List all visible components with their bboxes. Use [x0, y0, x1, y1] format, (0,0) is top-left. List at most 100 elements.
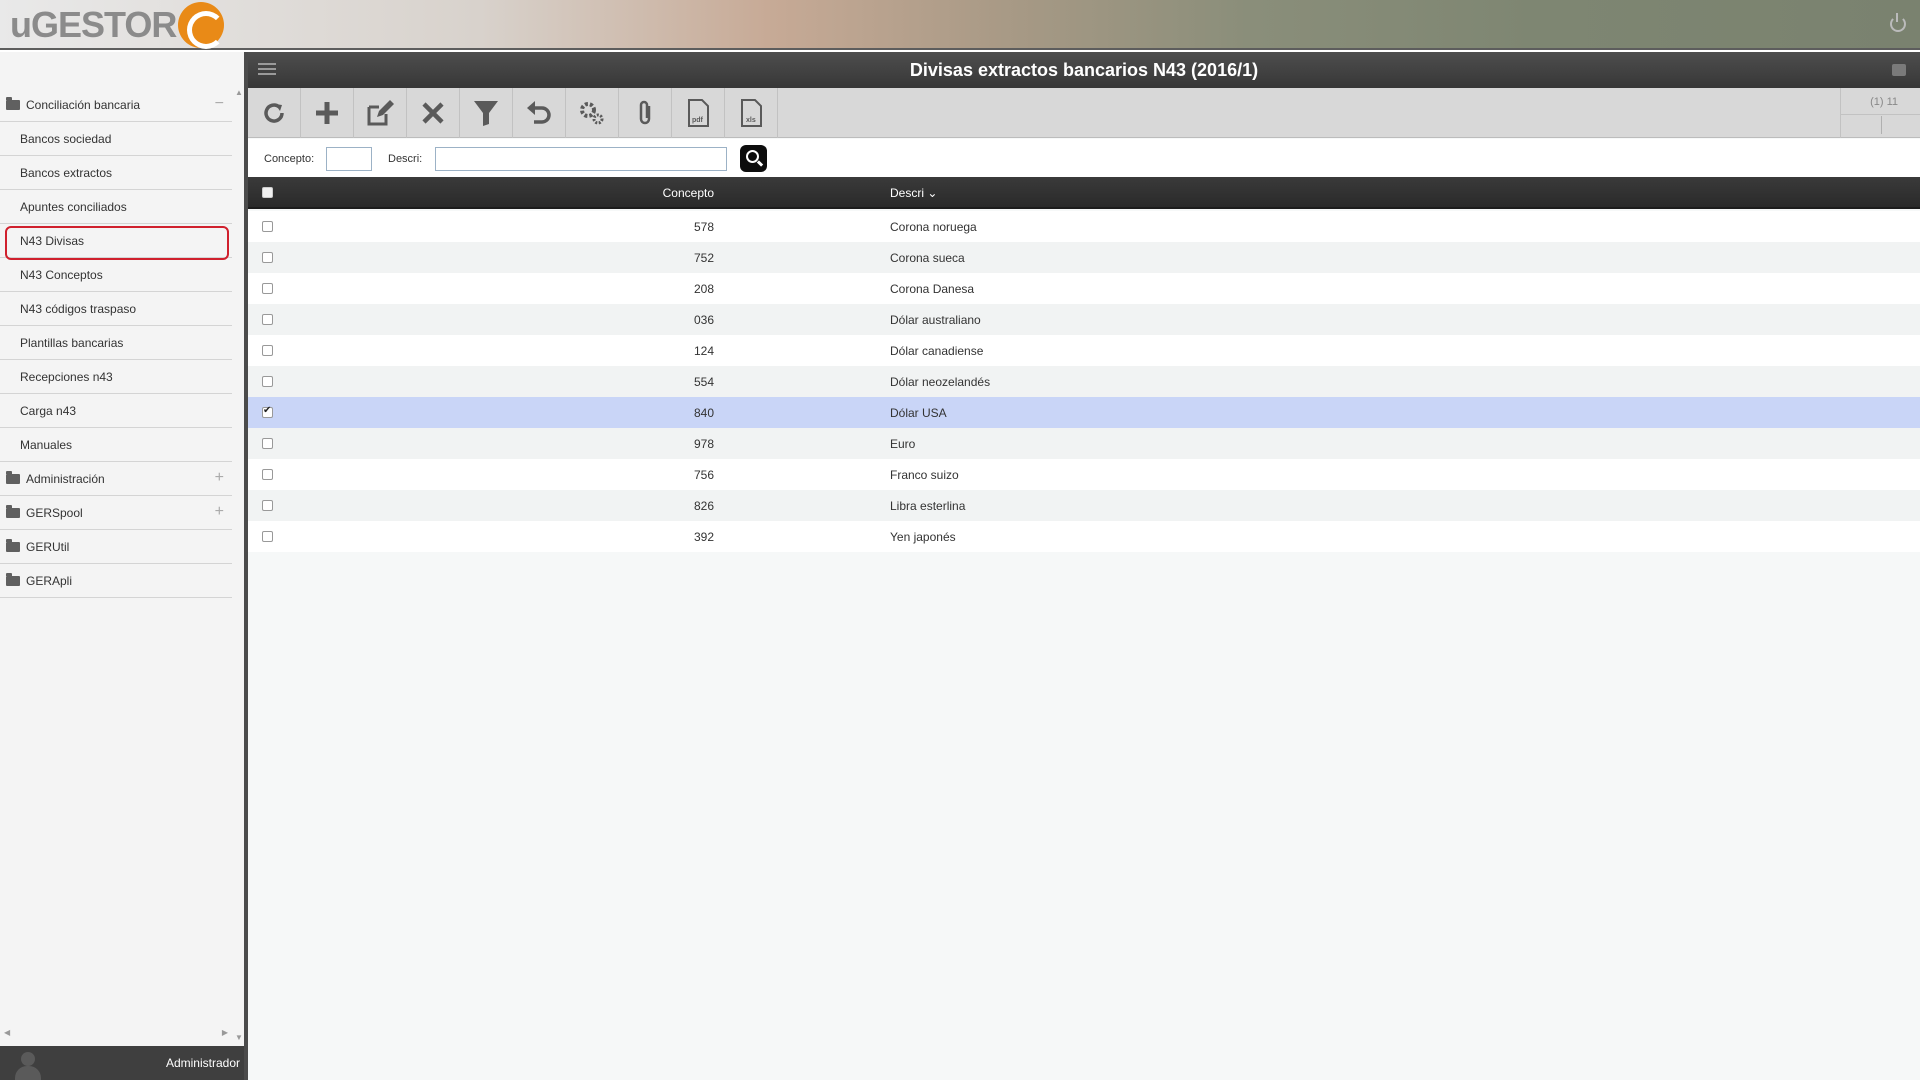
- sidebar-group-gerspool[interactable]: GERSpool +: [0, 496, 232, 530]
- pin-icon[interactable]: [1892, 64, 1906, 76]
- xls-button[interactable]: xls: [725, 88, 778, 138]
- sidebar-horizontal-scrollbar[interactable]: ◀ ▶: [0, 1028, 232, 1040]
- grid-body: 578 Corona noruega 752 Corona sueca 208 Coron…: [248, 211, 1920, 552]
- row-checkbox[interactable]: [262, 345, 273, 356]
- cell-concepto: 978: [693, 437, 714, 451]
- sidebar-item-apuntes-conciliados[interactable]: Apuntes conciliados: [0, 190, 232, 224]
- sidebar-group-gerapli[interactable]: GERApli: [0, 564, 232, 598]
- cell-descri: Corona sueca: [890, 251, 965, 265]
- table-row[interactable]: 840 Dólar USA: [248, 397, 1920, 428]
- row-checkbox[interactable]: [262, 469, 273, 480]
- expand-icon[interactable]: +: [215, 470, 224, 486]
- table-row[interactable]: 554 Dólar neozelandés: [248, 366, 1920, 397]
- table-row[interactable]: 756 Franco suizo: [248, 459, 1920, 490]
- record-count: (1) 11: [1870, 96, 1898, 108]
- row-checkbox[interactable]: [262, 405, 273, 418]
- undo-button[interactable]: [513, 88, 566, 138]
- delete-button[interactable]: [407, 88, 460, 138]
- sidebar-item-n43-codigos-traspaso[interactable]: N43 códigos traspaso: [0, 292, 232, 326]
- sidebar-item-plantillas-bancarias[interactable]: Plantillas bancarias: [0, 326, 232, 360]
- table-row[interactable]: 752 Corona sueca: [248, 242, 1920, 273]
- page-title: Divisas extractos bancarios N43 (2016/1): [909, 60, 1259, 80]
- sidebar-item-n43-conceptos[interactable]: N43 Conceptos: [0, 258, 232, 292]
- table-row[interactable]: 392 Yen japonés: [248, 521, 1920, 552]
- select-all-checkbox[interactable]: [262, 187, 273, 198]
- cell-concepto: 578: [693, 220, 714, 234]
- descri-filter-input[interactable]: [435, 147, 727, 171]
- table-row[interactable]: 036 Dólar australiano: [248, 304, 1920, 335]
- cell-descri: Corona noruega: [890, 220, 977, 234]
- sidebar-item-n43-divisas[interactable]: N43 Divisas: [0, 224, 232, 260]
- row-checkbox[interactable]: [262, 252, 273, 263]
- sidebar-vertical-scrollbar[interactable]: ▲ ▼: [233, 88, 245, 1042]
- edit-button[interactable]: [354, 88, 407, 138]
- main-panel: Divisas extractos bancarios N43 (2016/1): [248, 52, 1920, 1080]
- row-checkbox[interactable]: [262, 221, 273, 232]
- svg-text:xls: xls: [746, 117, 756, 124]
- table-row[interactable]: 826 Libra esterlina: [248, 490, 1920, 521]
- sidebar-group-conciliacion-bancaria[interactable]: Conciliación bancaria −: [0, 88, 232, 122]
- scroll-up-icon[interactable]: ▲: [235, 88, 243, 97]
- cell-concepto: 826: [693, 499, 714, 513]
- cell-concepto: 208: [693, 282, 714, 296]
- cell-concepto: 752: [693, 251, 714, 265]
- column-header-descri[interactable]: Descri ⌄: [890, 186, 937, 200]
- sidebar-item-recepciones-n43[interactable]: Recepciones n43: [0, 360, 232, 394]
- sidebar-item-label: Bancos sociedad: [20, 131, 112, 146]
- collapse-icon[interactable]: −: [215, 96, 224, 112]
- column-header-concepto[interactable]: Concepto: [588, 186, 714, 200]
- row-checkbox[interactable]: [262, 500, 273, 511]
- funnel-icon: [474, 101, 498, 126]
- row-checkbox[interactable]: [262, 376, 273, 387]
- sidebar-item-label: GERApli: [26, 573, 73, 588]
- cell-descri: Dólar australiano: [890, 313, 981, 327]
- refresh-button[interactable]: [248, 88, 301, 138]
- cell-descri: Euro: [890, 437, 916, 451]
- pdf-button[interactable]: pdf: [672, 88, 725, 138]
- scroll-left-icon[interactable]: ◀: [4, 1028, 10, 1037]
- sidebar-group-administracion[interactable]: Administración +: [0, 462, 232, 496]
- row-checkbox[interactable]: [262, 438, 273, 449]
- sidebar-item-label: Plantillas bancarias: [20, 335, 124, 350]
- cell-descri: Libra esterlina: [890, 499, 966, 513]
- row-checkbox[interactable]: [262, 314, 273, 325]
- title-bar: Divisas extractos bancarios N43 (2016/1): [248, 52, 1920, 88]
- folder-icon: [6, 96, 20, 110]
- table-row[interactable]: 208 Corona Danesa: [248, 273, 1920, 304]
- scroll-down-icon[interactable]: ▼: [235, 1033, 243, 1042]
- sidebar-item-bancos-sociedad[interactable]: Bancos sociedad: [0, 122, 232, 156]
- filter-button[interactable]: [460, 88, 513, 138]
- power-icon[interactable]: [1890, 13, 1906, 32]
- cell-concepto: 124: [693, 344, 714, 358]
- row-checkbox[interactable]: [262, 531, 273, 542]
- user-bar: Administrador: [0, 1046, 244, 1080]
- sidebar-item-bancos-extractos[interactable]: Bancos extractos: [0, 156, 232, 190]
- descri-filter-label: Descri:: [388, 153, 423, 165]
- sidebar-item-carga-n43[interactable]: Carga n43: [0, 394, 232, 428]
- cell-concepto: 036: [693, 313, 714, 327]
- search-button[interactable]: [740, 145, 767, 172]
- table-row[interactable]: 124 Dólar canadiense: [248, 335, 1920, 366]
- sidebar-menu: Conciliación bancaria − Bancos sociedad Ban…: [0, 88, 232, 1078]
- folder-icon: [6, 504, 20, 518]
- add-button[interactable]: [301, 88, 354, 138]
- sidebar-item-label: Conciliación bancaria: [26, 97, 141, 112]
- refresh-icon: [264, 103, 284, 123]
- settings-button[interactable]: [566, 88, 619, 138]
- table-row[interactable]: 978 Euro: [248, 428, 1920, 459]
- sidebar-group-gerutil[interactable]: GERUtil: [0, 530, 232, 564]
- pager-divider: [1841, 114, 1920, 115]
- concepto-filter-input[interactable]: [326, 147, 372, 171]
- scroll-right-icon[interactable]: ▶: [222, 1028, 228, 1037]
- edit-icon: [367, 100, 394, 126]
- row-checkbox[interactable]: [262, 283, 273, 294]
- app-logo: uGESTOR: [10, 2, 226, 49]
- sidebar-item-label: Recepciones n43: [20, 369, 113, 384]
- expand-icon[interactable]: +: [215, 504, 224, 520]
- pdf-file-icon: pdf: [688, 99, 709, 127]
- sidebar-item-label: Bancos extractos: [20, 165, 113, 180]
- sidebar-item-manuales[interactable]: Manuales: [0, 428, 232, 462]
- cell-descri: Dólar canadiense: [890, 344, 984, 358]
- table-row[interactable]: 578 Corona noruega: [248, 211, 1920, 242]
- attach-button[interactable]: [619, 88, 672, 138]
